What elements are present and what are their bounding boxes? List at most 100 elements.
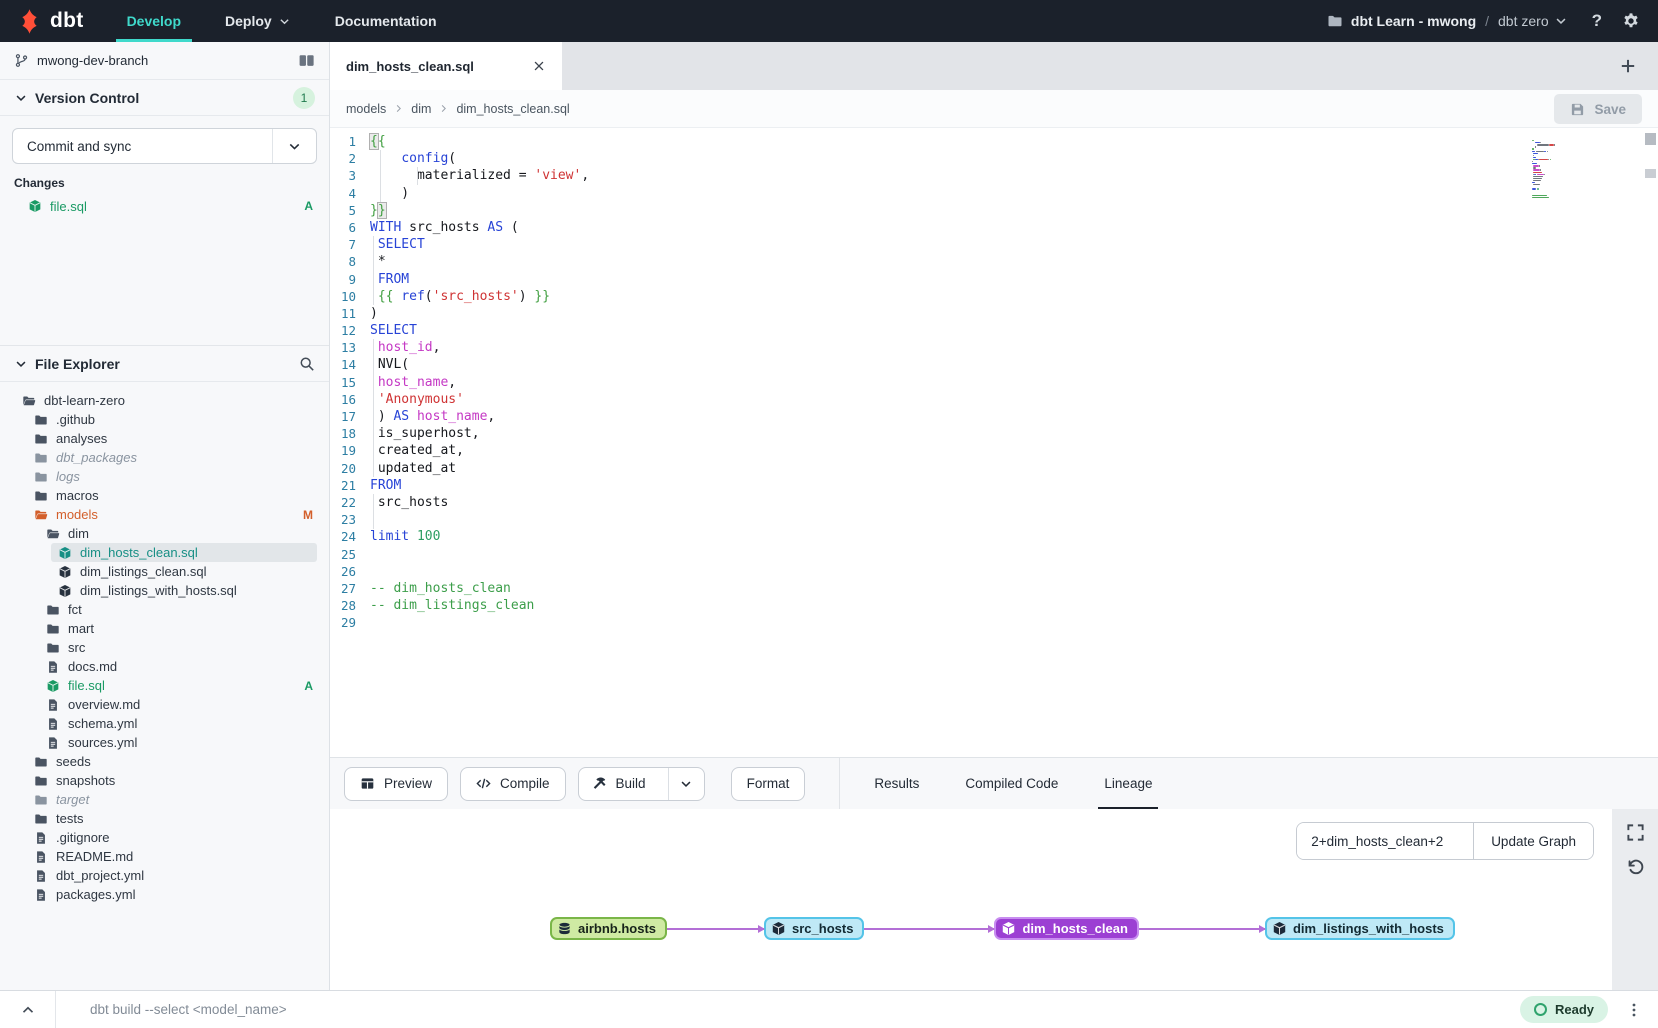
code-line: 7 SELECT	[330, 236, 1658, 253]
tree-item-README.md[interactable]: README.md	[0, 847, 329, 866]
scrollbar-thumb[interactable]	[1645, 133, 1656, 145]
build-button[interactable]: Build	[578, 767, 705, 801]
model-cube-icon	[58, 565, 72, 579]
dbt-cloud-ide: dbt Develop Deploy Documentation dbt Learn…	[0, 0, 1658, 1028]
tree-item-packages.yml[interactable]: packages.yml	[0, 885, 329, 904]
tree-item-mart[interactable]: mart	[0, 619, 329, 638]
dbt-logo[interactable]: dbt	[16, 8, 84, 35]
version-control-header[interactable]: Version Control 1	[0, 80, 329, 116]
breadcrumb-item[interactable]: dim	[411, 102, 431, 116]
tree-item-logs[interactable]: logs	[0, 467, 329, 486]
chevron-down-icon[interactable]	[1554, 14, 1568, 28]
commit-and-sync-button[interactable]: Commit and sync	[12, 128, 317, 164]
lineage-node-airbnb.hosts[interactable]: airbnb.hosts	[550, 917, 667, 940]
line-number: 9	[330, 271, 356, 288]
save-button[interactable]: Save	[1554, 94, 1642, 124]
chevron-down-icon	[278, 15, 291, 28]
search-icon[interactable]	[299, 356, 315, 372]
tree-item-.gitignore[interactable]: .gitignore	[0, 828, 329, 847]
tree-item-overview.md[interactable]: overview.md	[0, 695, 329, 714]
code-editor[interactable]: 1{{2 config(3 materialized = 'view',4 )5…	[330, 128, 1658, 757]
branch-row[interactable]: mwong-dev-branch	[0, 42, 329, 80]
code-text: WITH src_hosts AS (	[356, 219, 519, 236]
fullscreen-icon[interactable]	[1626, 823, 1645, 842]
tab-label: Compiled Code	[965, 776, 1058, 791]
model-cube-icon	[46, 679, 60, 693]
nav-item-documentation[interactable]: Documentation	[330, 0, 442, 42]
tree-item-analyses[interactable]: analyses	[0, 429, 329, 448]
project-name[interactable]: dbt Learn - mwong	[1351, 13, 1476, 29]
gear-icon[interactable]	[1622, 12, 1640, 30]
command-bar: dbt build --select <model_name> Ready	[0, 990, 1658, 1028]
line-number: 24	[330, 528, 356, 545]
tree-item-dim_hosts_clean.sql[interactable]: dim_hosts_clean.sql	[0, 543, 329, 562]
nav-item-develop[interactable]: Develop	[122, 0, 186, 42]
breadcrumb-item[interactable]: models	[346, 102, 386, 116]
tree-item-.github[interactable]: .github	[0, 410, 329, 429]
tab-lineage[interactable]: Lineage	[1100, 758, 1156, 809]
reset-view-icon[interactable]	[1626, 858, 1645, 877]
tree-item-docs.md[interactable]: docs.md	[0, 657, 329, 676]
lineage-node-dim_hosts_clean[interactable]: dim_hosts_clean	[994, 917, 1139, 940]
panels-icon[interactable]	[298, 52, 315, 69]
code-line: 4 )	[330, 185, 1658, 202]
command-input[interactable]: dbt build --select <model_name>	[90, 1002, 287, 1017]
tree-item-schema.yml[interactable]: schema.yml	[0, 714, 329, 733]
model-cube-icon	[771, 921, 786, 936]
code-line: 10 {{ ref('src_hosts') }}	[330, 288, 1658, 305]
tree-item-dbt-learn-zero[interactable]: dbt-learn-zero	[0, 391, 329, 410]
commit-and-sync-label: Commit and sync	[13, 129, 272, 163]
chevron-up-icon[interactable]	[20, 1002, 36, 1018]
tab-results[interactable]: Results	[870, 758, 923, 809]
chevron-down-icon[interactable]	[272, 129, 316, 163]
environment-name[interactable]: dbt zero	[1498, 13, 1549, 29]
lineage-node-src_hosts[interactable]: src_hosts	[764, 917, 864, 940]
changes-count-badge: 1	[293, 87, 315, 109]
editor-tab[interactable]: dim_hosts_clean.sql	[330, 42, 562, 90]
lineage-filter-input[interactable]	[1297, 823, 1473, 859]
help-icon[interactable]: ?	[1592, 11, 1602, 31]
close-icon[interactable]	[532, 59, 546, 73]
tree-item-dim_listings_clean.sql[interactable]: dim_listings_clean.sql	[0, 562, 329, 581]
tree-item-dim_listings_with_hosts.sql[interactable]: dim_listings_with_hosts.sql	[0, 581, 329, 600]
update-graph-button[interactable]: Update Graph	[1473, 823, 1593, 859]
tree-item-models[interactable]: modelsM	[0, 505, 329, 524]
tree-item-file.sql[interactable]: file.sqlA	[0, 676, 329, 695]
file-explorer-header[interactable]: File Explorer	[0, 346, 329, 382]
tree-item-fct[interactable]: fct	[0, 600, 329, 619]
folder-open-icon	[22, 394, 36, 408]
tab-compiled-code[interactable]: Compiled Code	[961, 758, 1062, 809]
file-explorer: File Explorer dbt-learn-zero.githubanaly…	[0, 345, 329, 990]
tree-item-macros[interactable]: macros	[0, 486, 329, 505]
nav-item-deploy[interactable]: Deploy	[220, 0, 296, 42]
code-text: NVL(	[356, 356, 409, 373]
kebab-menu-icon[interactable]	[1626, 1002, 1642, 1018]
change-item[interactable]: file.sqlA	[0, 196, 329, 216]
status-ring-icon	[1534, 1003, 1547, 1016]
tree-item-seeds[interactable]: seeds	[0, 752, 329, 771]
minimap[interactable]	[1532, 136, 1624, 256]
tree-item-label: dim_listings_with_hosts.sql	[80, 583, 237, 598]
file-explorer-title: File Explorer	[35, 356, 120, 372]
build-dropdown-chevron-icon[interactable]	[668, 768, 704, 800]
tree-item-dim[interactable]: dim	[0, 524, 329, 543]
save-label: Save	[1594, 102, 1626, 117]
chevron-down-icon[interactable]	[14, 91, 28, 105]
breadcrumb-item[interactable]: dim_hosts_clean.sql	[456, 102, 569, 116]
lineage-node-dim_listings_with_hosts[interactable]: dim_listings_with_hosts	[1265, 917, 1455, 940]
tree-item-dbt_packages[interactable]: dbt_packages	[0, 448, 329, 467]
new-tab-plus-icon[interactable]	[1614, 52, 1642, 80]
chevron-down-icon[interactable]	[14, 357, 28, 371]
format-button[interactable]: Format	[731, 767, 806, 801]
tree-item-snapshots[interactable]: snapshots	[0, 771, 329, 790]
tree-item-src[interactable]: src	[0, 638, 329, 657]
project-separator: /	[1485, 13, 1489, 29]
line-number: 28	[330, 597, 356, 614]
build-button-main[interactable]: Build	[579, 768, 659, 800]
tree-item-tests[interactable]: tests	[0, 809, 329, 828]
tree-item-target[interactable]: target	[0, 790, 329, 809]
preview-button[interactable]: Preview	[344, 767, 448, 801]
compile-button[interactable]: Compile	[460, 767, 566, 801]
tree-item-dbt_project.yml[interactable]: dbt_project.yml	[0, 866, 329, 885]
tree-item-sources.yml[interactable]: sources.yml	[0, 733, 329, 752]
